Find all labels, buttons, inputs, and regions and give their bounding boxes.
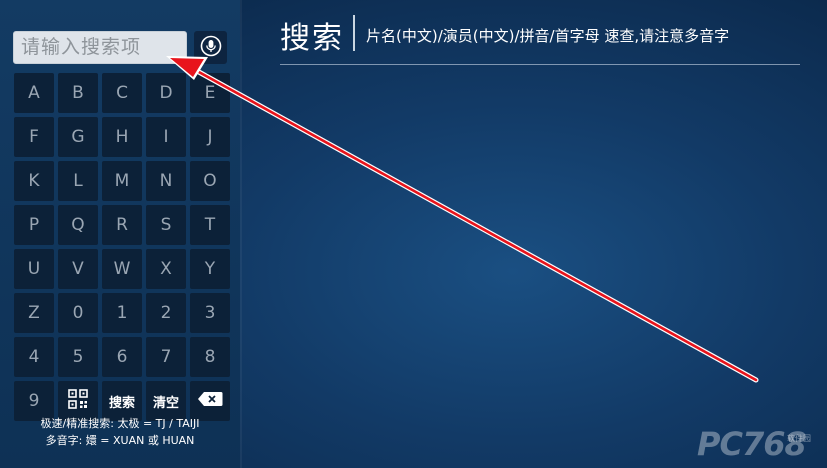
page-subtitle: 片名(中文)/演员(中文)/拼音/首字母 速查,请注意多音字 (366, 27, 730, 45)
key-2[interactable]: 2 (146, 293, 186, 333)
key-4[interactable]: 4 (14, 337, 54, 377)
key-m[interactable]: M (102, 161, 142, 201)
key-w[interactable]: W (102, 249, 142, 289)
key-y[interactable]: Y (190, 249, 230, 289)
search-hint-line-2: 多音字: 嬛 = XUAN 或 HUAN (45, 434, 195, 447)
page-title: 搜索 (280, 21, 344, 56)
key-k[interactable]: K (14, 161, 54, 201)
search-input[interactable]: 请输入搜索项 (13, 31, 187, 64)
key-i[interactable]: I (146, 117, 186, 157)
key-v[interactable]: V (58, 249, 98, 289)
key-x[interactable]: X (146, 249, 186, 289)
key-0[interactable]: 0 (58, 293, 98, 333)
key-t[interactable]: T (190, 205, 230, 245)
key-q[interactable]: Q (58, 205, 98, 245)
key-p[interactable]: P (14, 205, 54, 245)
key-u[interactable]: U (14, 249, 54, 289)
key-l[interactable]: L (58, 161, 98, 201)
title-divider (353, 15, 355, 51)
header-divider (280, 64, 800, 65)
key-7[interactable]: 7 (146, 337, 186, 377)
key-3[interactable]: 3 (190, 293, 230, 333)
key-5[interactable]: 5 (58, 337, 98, 377)
voice-search-button[interactable] (194, 31, 227, 64)
key-d[interactable]: D (146, 73, 186, 113)
key-r[interactable]: R (102, 205, 142, 245)
microphone-icon (200, 35, 222, 61)
qr-code-icon (68, 388, 88, 414)
key-a[interactable]: A (14, 73, 54, 113)
key-j[interactable]: J (190, 117, 230, 157)
key-n[interactable]: N (146, 161, 186, 201)
search-hint-line-1: 极速/精准搜索: 太极 = TJ / TAIJI (40, 417, 200, 430)
key-e[interactable]: E (190, 73, 230, 113)
key-b[interactable]: B (58, 73, 98, 113)
key-8[interactable]: 8 (190, 337, 230, 377)
watermark-logo: PC768 (697, 425, 807, 463)
key-s[interactable]: S (146, 205, 186, 245)
key-1[interactable]: 1 (102, 293, 142, 333)
key-o[interactable]: O (190, 161, 230, 201)
key-6[interactable]: 6 (102, 337, 142, 377)
backspace-icon (197, 391, 223, 412)
on-screen-keyboard: A B C D E F G H I J K L M N O P Q R S T … (14, 73, 230, 421)
key-f[interactable]: F (14, 117, 54, 157)
key-c[interactable]: C (102, 73, 142, 113)
watermark-sub: 软件园 (787, 434, 811, 443)
key-h[interactable]: H (102, 117, 142, 157)
key-g[interactable]: G (58, 117, 98, 157)
key-z[interactable]: Z (14, 293, 54, 333)
